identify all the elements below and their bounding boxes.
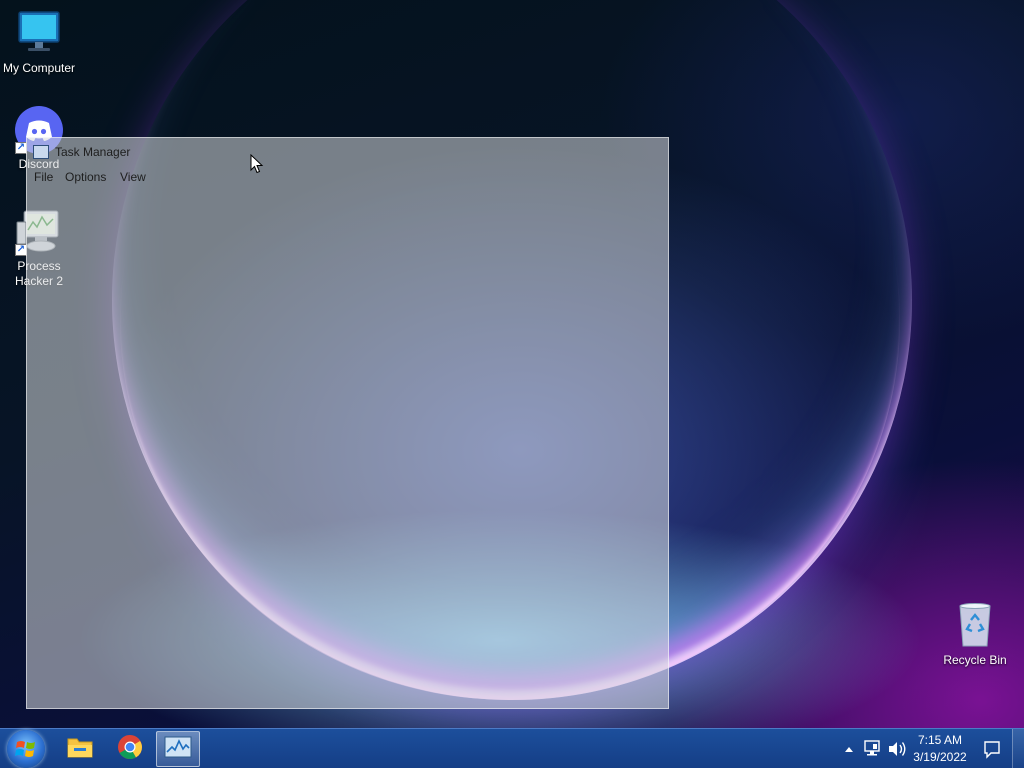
menu-view[interactable]: View: [120, 170, 146, 184]
chrome-icon: [117, 734, 143, 765]
show-desktop-button[interactable]: [1012, 729, 1024, 768]
desktop-icon-label: Recycle Bin: [943, 653, 1007, 667]
taskbar-chrome[interactable]: [108, 731, 152, 767]
file-explorer-icon: [66, 734, 94, 765]
desktop-icon-my-computer[interactable]: My Computer: [1, 10, 77, 76]
menu-options[interactable]: Options: [65, 170, 106, 184]
taskbar: 7:15 AM 3/19/2022: [0, 728, 1024, 768]
mouse-cursor-icon: [250, 153, 264, 179]
system-clock[interactable]: 7:15 AM 3/19/2022: [906, 732, 974, 766]
menu-file[interactable]: File: [34, 170, 53, 184]
desktop-icon-label: My Computer: [2, 61, 76, 75]
desktop-icon-recycle-bin[interactable]: Recycle Bin: [937, 602, 1013, 668]
menu-bar: File Options View: [27, 166, 668, 188]
task-manager-icon: [33, 145, 49, 159]
volume-icon[interactable]: [886, 729, 908, 768]
task-manager-window[interactable]: Task Manager File Options View: [26, 137, 669, 709]
clock-time: 7:15 AM: [917, 733, 963, 747]
desktop: My Computer ↗ Discord ↗: [0, 0, 1024, 768]
taskbar-task-manager[interactable]: [156, 731, 200, 767]
window-titlebar[interactable]: Task Manager: [27, 138, 668, 166]
action-center-icon[interactable]: [982, 729, 1002, 768]
taskbar-file-explorer[interactable]: [58, 731, 102, 767]
clock-date: 3/19/2022: [913, 750, 967, 764]
start-orb-icon[interactable]: [7, 730, 45, 768]
show-hidden-icons-arrow[interactable]: [842, 729, 856, 768]
network-icon[interactable]: [862, 729, 882, 768]
recycle-bin-icon: [951, 602, 999, 650]
task-manager-icon: [164, 735, 192, 764]
window-title: Task Manager: [55, 145, 131, 159]
monitor-icon: [15, 10, 63, 58]
